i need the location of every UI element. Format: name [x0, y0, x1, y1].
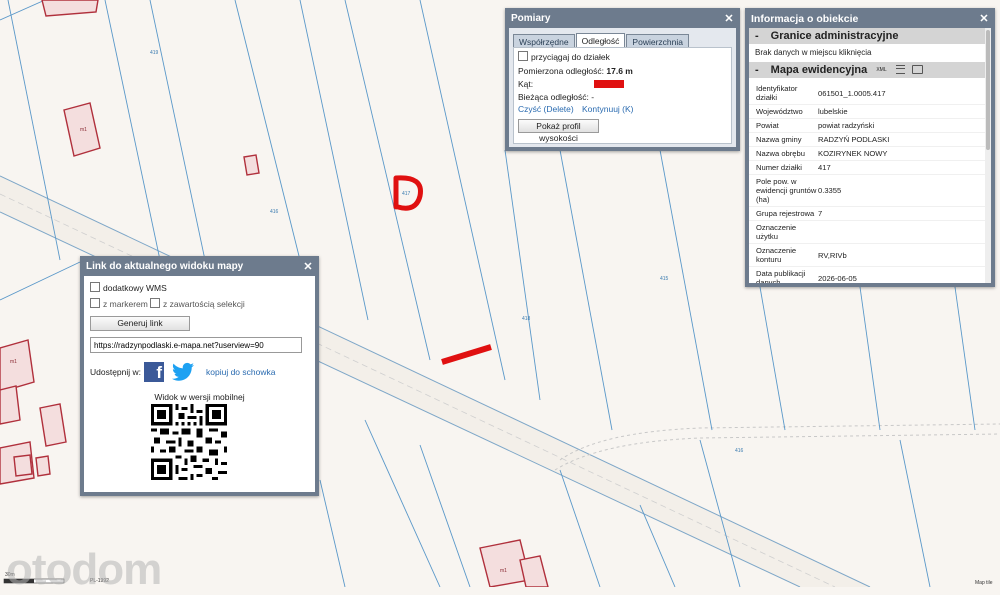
- attr-value: RV,RIVb: [818, 250, 847, 260]
- attr-key: Powiat: [756, 121, 779, 130]
- building-label: m1: [80, 127, 87, 133]
- table-row: Oznaczenie konturu RV,RIVb: [749, 244, 991, 267]
- clear-link[interactable]: Czyść (Delete): [518, 104, 574, 114]
- table-row: Nazwa obrębu KOZIRYNEK NOWY: [749, 147, 991, 161]
- attr-key: Oznaczenie użytku: [756, 223, 797, 241]
- parcel-label: 415: [660, 276, 669, 282]
- attr-key: Nazwa obrębu: [756, 149, 805, 158]
- admin-section-header[interactable]: - Granice administracyjne: [749, 28, 991, 44]
- attr-value: 061501_1.0005.417: [818, 88, 886, 98]
- attr-key: Data publikacji danych: [756, 269, 806, 283]
- measured-distance-value: 17.6 m: [606, 66, 633, 76]
- attr-value: 2026-06-05: [818, 273, 857, 283]
- twitter-icon[interactable]: [172, 362, 194, 382]
- qr-code: [151, 404, 227, 480]
- close-icon[interactable]: ✕: [978, 12, 990, 26]
- selection-checkbox[interactable]: [150, 298, 160, 308]
- link-panel-title: Link do aktualnego widoku mapy: [86, 261, 244, 272]
- table-row: Numer działki 417: [749, 161, 991, 175]
- attr-value: 417: [818, 163, 831, 172]
- attr-key: Numer działki: [756, 163, 802, 172]
- parcel-label: 417: [402, 191, 411, 197]
- table-row: Data publikacji danych 2026-06-05: [749, 267, 991, 283]
- admin-message: Brak danych w miejscu kliknięcia: [755, 48, 872, 57]
- snap-checkbox[interactable]: [518, 51, 528, 61]
- print-icon[interactable]: [911, 65, 923, 74]
- parcel-label: 418: [522, 316, 531, 322]
- mobile-view-label: Widok w wersji mobilnej: [154, 392, 245, 402]
- scrollbar[interactable]: [985, 28, 991, 283]
- copy-to-clipboard-link[interactable]: kopiuj do schowka: [206, 367, 275, 377]
- wms-label: dodatkowy WMS: [103, 283, 167, 293]
- attr-key: Pole pow. w ewidencji gruntów (ha): [756, 177, 817, 204]
- building-label: m1: [500, 568, 507, 574]
- attr-key: Nazwa gminy: [756, 135, 802, 144]
- attr-value: RADZYŃ PODLASKI: [818, 135, 890, 144]
- attr-key: Województwo: [756, 107, 803, 116]
- marker-label: z markerem: [103, 299, 148, 309]
- measure-panel-title: Pomiary: [511, 13, 551, 24]
- table-row: Identyfikator działki 061501_1.0005.417: [749, 82, 991, 105]
- close-icon[interactable]: ✕: [723, 12, 735, 26]
- collapse-icon[interactable]: -: [755, 64, 759, 76]
- list-icon[interactable]: [895, 65, 905, 74]
- marker-checkbox[interactable]: [90, 298, 100, 308]
- building-label: m1: [10, 359, 17, 365]
- link-panel-header[interactable]: Link do aktualnego widoku mapy ✕: [84, 260, 315, 276]
- elevation-profile-button[interactable]: Pokaż profil wysokości: [518, 119, 599, 143]
- continue-link[interactable]: Kontynuuj (K): [582, 104, 634, 114]
- wms-checkbox[interactable]: [90, 282, 100, 292]
- close-icon[interactable]: ✕: [302, 260, 314, 274]
- angle-label: Kąt:: [518, 79, 534, 89]
- current-distance-label: Bieżąca odległość: -: [518, 92, 595, 102]
- table-row: Powiat powiat radzyński: [749, 119, 991, 133]
- parcel-label: 416: [270, 209, 279, 215]
- attribute-table: Identyfikator działki 061501_1.0005.417 W…: [749, 82, 991, 283]
- attr-value: powiat radzyński: [818, 121, 875, 130]
- collapse-icon[interactable]: -: [755, 30, 759, 42]
- register-section-header[interactable]: - Mapa ewidencyjna XML: [749, 62, 991, 78]
- attr-key: Oznaczenie konturu: [756, 246, 797, 264]
- credit-text: Map tile: [975, 580, 993, 586]
- table-row: Grupa rejestrowa 7: [749, 207, 991, 221]
- snap-label: przyciągaj do działek: [531, 52, 610, 62]
- share-label: Udostępnij w:: [90, 367, 142, 377]
- table-row: Nazwa gminy RADZYŃ PODLASKI: [749, 133, 991, 147]
- attr-value: lubelskie: [818, 107, 848, 116]
- parcel-label: 416: [735, 448, 744, 454]
- map-link-panel: Link do aktualnego widoku mapy ✕ dodatko…: [80, 256, 319, 496]
- attr-key: Grupa rejestrowa: [756, 209, 815, 218]
- measure-panel-header[interactable]: Pomiary ✕: [509, 12, 736, 28]
- info-panel-header[interactable]: Informacja o obiekcie ✕: [749, 12, 991, 28]
- attr-value: 0.3355: [818, 186, 842, 195]
- table-row: Województwo lubelskie: [749, 105, 991, 119]
- parcel-label: 419: [150, 50, 159, 56]
- link-url-field[interactable]: [90, 337, 302, 353]
- attr-key: Identyfikator działki: [756, 84, 798, 102]
- selection-label: z zawartością selekcji: [163, 299, 245, 309]
- angle-value-redacted: [594, 80, 624, 88]
- table-row: Pole pow. w ewidencji gruntów (ha) 0.3355: [749, 175, 991, 207]
- measured-distance-label: Pomierzona odległość:: [518, 66, 604, 76]
- object-info-panel: Informacja o obiekcie ✕ - Granice adminis…: [745, 8, 995, 287]
- measure-panel: Pomiary ✕ Współrzędne Odległość Powierzchn…: [505, 8, 740, 151]
- attr-value: 7: [818, 209, 823, 218]
- xml-link[interactable]: XML: [876, 67, 886, 73]
- admin-section-title: Granice administracyjne: [770, 30, 899, 42]
- info-panel-title: Informacja o obiekcie: [751, 13, 859, 25]
- table-row: Oznaczenie użytku: [749, 221, 991, 244]
- attr-value: KOZIRYNEK NOWY: [818, 149, 888, 158]
- facebook-icon[interactable]: f: [144, 362, 164, 382]
- generate-link-button[interactable]: Generuj link: [90, 316, 190, 331]
- watermark: otodom: [6, 545, 162, 594]
- register-section-title: Mapa ewidencyjna: [770, 64, 868, 76]
